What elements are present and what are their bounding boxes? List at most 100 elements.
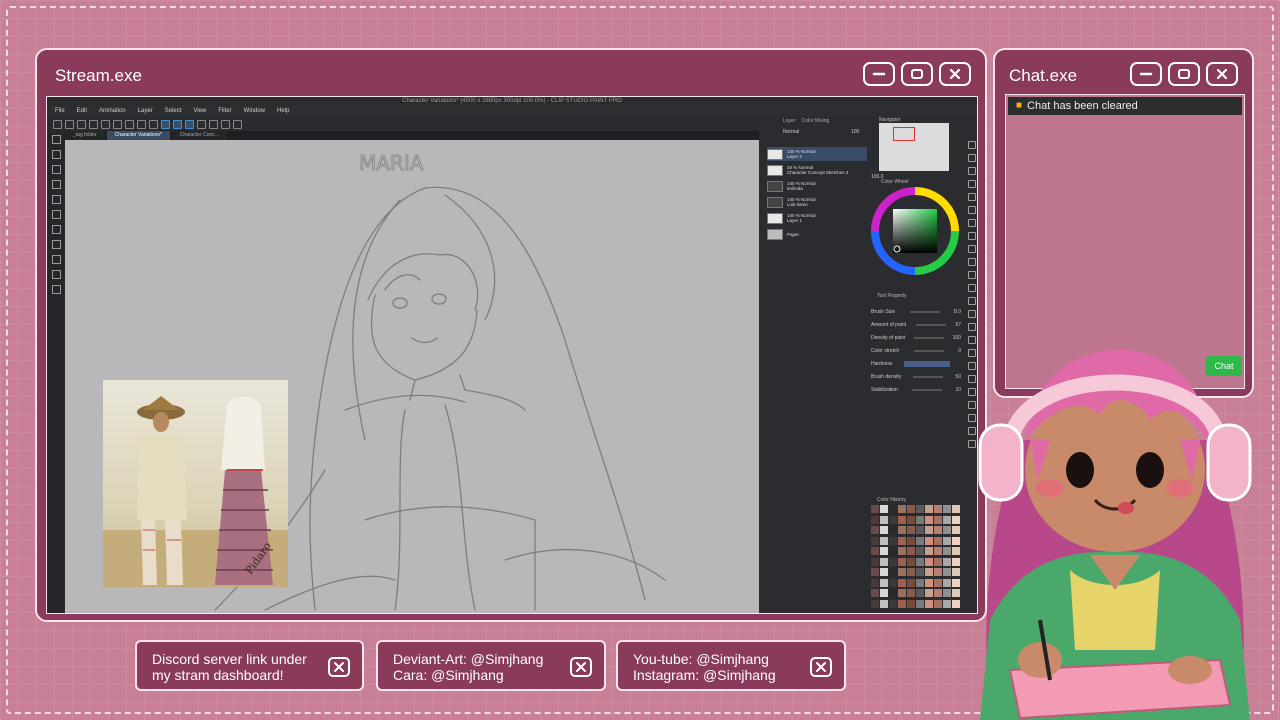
property-slider[interactable] <box>913 375 944 378</box>
fill-tool-icon[interactable] <box>51 270 61 279</box>
color-swatch[interactable] <box>916 578 924 587</box>
navigator-viewport[interactable] <box>893 127 915 141</box>
color-swatch[interactable] <box>907 578 915 587</box>
brush-tool-icon[interactable] <box>51 240 61 249</box>
new-file-icon[interactable] <box>53 119 62 129</box>
property-row[interactable]: Amount of paint 57 <box>871 318 961 331</box>
color-swatch[interactable] <box>907 547 915 555</box>
layer-row[interactable]: 20 % Normal Character Concept Sketches 3 <box>767 163 867 177</box>
tab-color-mixing[interactable]: Color Mixing <box>802 117 830 125</box>
menu-view[interactable]: View <box>193 108 206 114</box>
color-swatch[interactable] <box>880 536 888 545</box>
property-row[interactable]: Hardness <box>871 357 961 370</box>
color-swatch[interactable] <box>889 505 897 513</box>
property-slider[interactable] <box>913 349 944 352</box>
color-swatch[interactable] <box>907 536 915 545</box>
eyedropper-tool-icon[interactable] <box>51 195 61 204</box>
color-swatch[interactable] <box>889 568 897 576</box>
color-swatch[interactable] <box>916 515 924 524</box>
color-swatch[interactable] <box>880 578 888 587</box>
transform-icon[interactable] <box>125 119 134 129</box>
color-swatch[interactable] <box>907 599 915 608</box>
color-swatch[interactable] <box>889 536 897 545</box>
color-swatch[interactable] <box>871 568 879 576</box>
color-swatch[interactable] <box>934 557 942 566</box>
card-close-button[interactable] <box>570 657 592 677</box>
color-swatch[interactable] <box>925 536 933 545</box>
menu-file[interactable]: File <box>55 108 65 114</box>
color-swatch[interactable] <box>907 505 915 513</box>
zoom-out-icon[interactable] <box>967 180 976 188</box>
color-swatch[interactable] <box>889 526 897 534</box>
lasso-tool-icon[interactable] <box>51 180 61 189</box>
color-swatch[interactable] <box>916 536 924 545</box>
flip-icon[interactable] <box>967 219 976 227</box>
gradient-icon[interactable] <box>967 297 976 305</box>
color-swatch[interactable] <box>916 526 924 534</box>
color-swatch[interactable] <box>934 568 942 576</box>
snap-icon[interactable] <box>137 119 146 129</box>
pen-icon[interactable] <box>967 232 976 240</box>
color-swatch[interactable] <box>925 599 933 608</box>
color-swatch[interactable] <box>889 578 897 587</box>
color-swatch[interactable] <box>871 589 879 597</box>
layer-row[interactable]: 100 % Normal Layer 2 <box>767 147 867 161</box>
export-icon[interactable] <box>221 119 230 129</box>
color-swatch[interactable] <box>934 599 942 608</box>
layer-row[interactable]: Paper <box>767 227 867 241</box>
color-swatch[interactable] <box>889 589 897 597</box>
color-swatch[interactable] <box>898 547 906 555</box>
color-swatch[interactable] <box>934 515 942 524</box>
redo-icon[interactable] <box>101 119 110 129</box>
pen-tool-icon[interactable] <box>51 210 61 219</box>
maximize-button[interactable] <box>1168 62 1200 86</box>
color-swatch[interactable] <box>898 557 906 566</box>
property-row[interactable]: Stabilization 10 <box>871 383 961 396</box>
color-swatch[interactable] <box>871 536 879 545</box>
color-swatch[interactable] <box>925 578 933 587</box>
color-swatch[interactable] <box>871 547 879 555</box>
color-swatch[interactable] <box>880 557 888 566</box>
color-swatch[interactable] <box>871 557 879 566</box>
ruler-icon[interactable] <box>149 119 158 129</box>
navigator-preview[interactable] <box>879 123 949 171</box>
menu-select[interactable]: Select <box>165 108 182 114</box>
color-swatch[interactable] <box>898 589 906 597</box>
blend-mode-select[interactable]: Normal <box>783 129 799 135</box>
color-swatch[interactable] <box>925 547 933 555</box>
text-tool-icon[interactable] <box>51 285 61 294</box>
color-swatch[interactable] <box>907 557 915 566</box>
color-swatch[interactable] <box>871 599 879 608</box>
color-swatch[interactable] <box>898 526 906 534</box>
zoom-tool-icon[interactable] <box>51 135 61 144</box>
layer-folder[interactable]: 100 % Normal Evilinda <box>767 179 867 193</box>
color-swatch[interactable] <box>916 505 924 513</box>
tab-layer[interactable]: Layer <box>783 117 796 125</box>
frame-icon[interactable] <box>233 119 242 129</box>
fit-icon[interactable] <box>967 206 976 214</box>
color-swatch[interactable] <box>925 589 933 597</box>
hand-icon[interactable] <box>967 154 976 162</box>
color-swatch[interactable] <box>925 515 933 524</box>
color-swatch[interactable] <box>916 589 924 597</box>
layer-folder[interactable]: 100 % Normal Lola Ilame <box>767 195 867 209</box>
drawing-canvas[interactable]: MARIA Pidaro <box>65 140 759 613</box>
search-icon[interactable] <box>967 141 976 149</box>
card-close-button[interactable] <box>810 657 832 677</box>
close-button[interactable] <box>1206 62 1238 86</box>
color-swatch[interactable] <box>880 505 888 513</box>
pen-icon[interactable] <box>161 119 170 129</box>
color-swatch[interactable] <box>925 505 933 513</box>
eraser-icon[interactable] <box>967 271 976 279</box>
text-icon[interactable] <box>967 310 976 318</box>
color-swatch[interactable] <box>907 589 915 597</box>
color-swatch[interactable] <box>934 589 942 597</box>
color-swatch[interactable] <box>880 547 888 555</box>
menu-filter[interactable]: Filter <box>218 108 231 114</box>
maximize-button[interactable] <box>901 62 933 86</box>
color-swatch[interactable] <box>880 526 888 534</box>
minimize-button[interactable] <box>863 62 895 86</box>
color-swatch[interactable] <box>871 578 879 587</box>
property-row[interactable]: Density of paint 100 <box>871 331 961 344</box>
color-swatch[interactable] <box>880 568 888 576</box>
